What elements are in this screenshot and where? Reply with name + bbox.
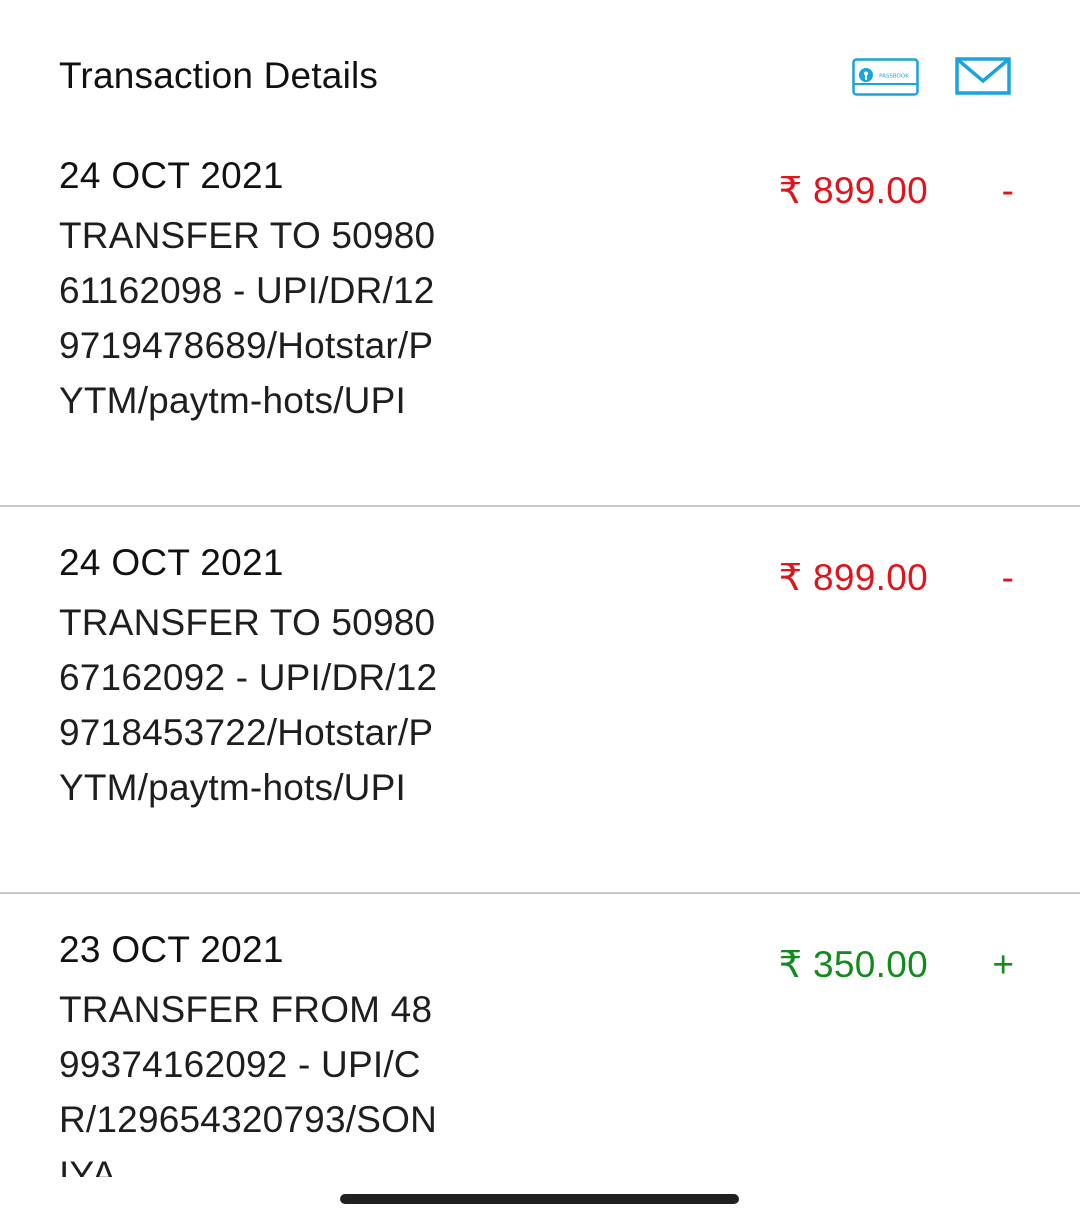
transaction-sign: - bbox=[1001, 170, 1014, 211]
mail-icon bbox=[955, 57, 1011, 95]
passbook-icon-label: PASSBOOK bbox=[879, 74, 909, 80]
transaction-date: 24 OCT 2021 bbox=[59, 155, 284, 196]
transaction-description: TRANSFER FROM 4899374162092 - UPI/CR/129… bbox=[59, 989, 437, 1177]
page-title: Transaction Details bbox=[59, 55, 379, 96]
transaction-date: 24 OCT 2021 bbox=[59, 542, 284, 583]
transaction-description: TRANSFER TO 5098067162092 - UPI/DR/12971… bbox=[59, 602, 438, 808]
transaction-sign: - bbox=[1001, 557, 1014, 598]
transaction-row[interactable]: 24 OCT 2021 TRANSFER TO 5098067162092 - … bbox=[0, 507, 1080, 894]
transaction-amount: ₹ 350.00 bbox=[778, 944, 928, 985]
transaction-amount: ₹ 899.00 bbox=[778, 557, 928, 598]
app-header: Transaction Details PASSBOOK bbox=[0, 0, 1080, 140]
transaction-sign: + bbox=[992, 944, 1014, 985]
email-statement-button[interactable] bbox=[955, 57, 1011, 95]
transaction-amount: ₹ 899.00 bbox=[778, 170, 928, 211]
passbook-button[interactable]: PASSBOOK bbox=[852, 58, 919, 96]
transaction-date: 23 OCT 2021 bbox=[59, 929, 284, 970]
transaction-row[interactable]: 23 OCT 2021 TRANSFER FROM 4899374162092 … bbox=[0, 894, 1080, 1177]
transaction-description: TRANSFER TO 5098061162098 - UPI/DR/12971… bbox=[59, 215, 436, 421]
transaction-list[interactable]: 24 OCT 2021 TRANSFER TO 5098061162098 - … bbox=[0, 120, 1080, 1177]
transaction-row[interactable]: 24 OCT 2021 TRANSFER TO 5098061162098 - … bbox=[0, 120, 1080, 507]
home-indicator[interactable] bbox=[340, 1194, 739, 1204]
passbook-icon: PASSBOOK bbox=[852, 58, 919, 96]
